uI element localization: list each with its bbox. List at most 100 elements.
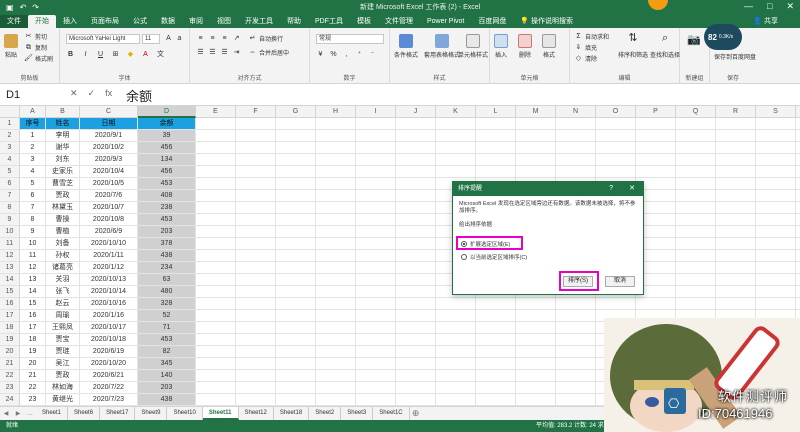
empty-cell[interactable]: [756, 190, 796, 202]
empty-cell[interactable]: [316, 250, 356, 262]
table-cell[interactable]: 2020/7/23: [80, 394, 138, 406]
empty-cell[interactable]: [596, 118, 636, 130]
empty-cell[interactable]: [596, 142, 636, 154]
undo-icon[interactable]: ↶: [20, 3, 27, 12]
save-icon[interactable]: ▣: [6, 3, 14, 12]
indent-icon[interactable]: ⇥: [232, 48, 241, 57]
empty-cell[interactable]: [676, 166, 716, 178]
align-bottom-icon[interactable]: ≡: [220, 34, 229, 43]
empty-cell[interactable]: [676, 286, 716, 298]
empty-cell[interactable]: [676, 238, 716, 250]
empty-cell[interactable]: [516, 130, 556, 142]
empty-cell[interactable]: [356, 382, 396, 394]
empty-cell[interactable]: [716, 226, 756, 238]
grow-font-button[interactable]: A: [164, 34, 173, 43]
table-cell[interactable]: 63: [138, 274, 196, 286]
tab-file-manage[interactable]: 文件管理: [378, 15, 420, 28]
empty-cell[interactable]: [476, 298, 516, 310]
redo-icon[interactable]: ↷: [32, 3, 39, 12]
paste-button[interactable]: 粘贴: [4, 34, 18, 59]
sheet-tab[interactable]: Sheet2: [309, 407, 342, 420]
table-cell[interactable]: 453: [138, 214, 196, 226]
empty-cell[interactable]: [796, 298, 800, 310]
empty-cell[interactable]: [356, 286, 396, 298]
empty-cell[interactable]: [516, 310, 556, 322]
table-cell[interactable]: 2020/9/1: [80, 130, 138, 142]
empty-cell[interactable]: [436, 370, 476, 382]
empty-cell[interactable]: [356, 370, 396, 382]
fill-button[interactable]: ⇓ 填充: [574, 43, 597, 52]
empty-cell[interactable]: [756, 274, 796, 286]
empty-cell[interactable]: [396, 322, 436, 334]
table-cell[interactable]: 2020/1/16: [80, 310, 138, 322]
empty-cell[interactable]: [276, 346, 316, 358]
orientation-icon[interactable]: ↗: [232, 34, 241, 43]
empty-cell[interactable]: [636, 118, 676, 130]
empty-cell[interactable]: [436, 382, 476, 394]
align-left-icon[interactable]: ☰: [196, 48, 205, 57]
table-cell[interactable]: 10: [20, 238, 46, 250]
row-header[interactable]: 10: [0, 226, 20, 238]
empty-cell[interactable]: [476, 166, 516, 178]
table-cell[interactable]: 13: [20, 274, 46, 286]
empty-cell[interactable]: [356, 190, 396, 202]
column-header-d[interactable]: D: [138, 106, 196, 118]
empty-cell[interactable]: [716, 262, 756, 274]
empty-cell[interactable]: [276, 154, 316, 166]
decrease-decimal-icon[interactable]: ⁻: [368, 50, 377, 59]
column-header-s[interactable]: S: [756, 106, 796, 118]
empty-cell[interactable]: [396, 310, 436, 322]
empty-cell[interactable]: [196, 286, 236, 298]
table-cell[interactable]: 378: [138, 238, 196, 250]
table-cell[interactable]: 2020/10/2: [80, 142, 138, 154]
table-cell[interactable]: 2020/6/19: [80, 346, 138, 358]
table-cell[interactable]: 22: [20, 382, 46, 394]
format-as-table-button[interactable]: 套用表格格式: [424, 34, 460, 59]
empty-cell[interactable]: [436, 166, 476, 178]
empty-cell[interactable]: [316, 298, 356, 310]
empty-cell[interactable]: [716, 130, 756, 142]
empty-cell[interactable]: [796, 202, 800, 214]
empty-cell[interactable]: [356, 346, 396, 358]
empty-cell[interactable]: [356, 238, 396, 250]
empty-cell[interactable]: [796, 214, 800, 226]
table-cell[interactable]: 456: [138, 142, 196, 154]
empty-cell[interactable]: [756, 214, 796, 226]
row-header[interactable]: 8: [0, 202, 20, 214]
wrap-text-button[interactable]: ↵ 自动换行: [248, 34, 283, 43]
table-cell[interactable]: 赵云: [46, 298, 80, 310]
tab-view[interactable]: 视图: [210, 15, 238, 28]
table-cell[interactable]: 张飞: [46, 286, 80, 298]
align-top-icon[interactable]: ≡: [196, 34, 205, 43]
empty-cell[interactable]: [796, 262, 800, 274]
empty-cell[interactable]: [316, 118, 356, 130]
column-header-f[interactable]: F: [236, 106, 276, 118]
column-header-t[interactable]: T: [796, 106, 800, 118]
add-sheet-icon[interactable]: ⊕: [410, 408, 422, 419]
empty-cell[interactable]: [196, 142, 236, 154]
tab-baidu[interactable]: 百度网盘: [471, 15, 513, 28]
row-header[interactable]: 4: [0, 154, 20, 166]
table-cell[interactable]: 2020/10/10: [80, 238, 138, 250]
empty-cell[interactable]: [796, 154, 800, 166]
empty-cell[interactable]: [676, 142, 716, 154]
sheet-tab[interactable]: Sheet3: [341, 407, 374, 420]
empty-cell[interactable]: [276, 226, 316, 238]
empty-cell[interactable]: [316, 286, 356, 298]
header-cell[interactable]: 余额: [138, 118, 196, 130]
empty-cell[interactable]: [276, 358, 316, 370]
row-header[interactable]: 7: [0, 190, 20, 202]
bold-icon[interactable]: B: [66, 50, 75, 59]
row-header[interactable]: 20: [0, 346, 20, 358]
empty-cell[interactable]: [676, 262, 716, 274]
empty-cell[interactable]: [556, 118, 596, 130]
empty-cell[interactable]: [276, 118, 316, 130]
table-cell[interactable]: 2020/10/7: [80, 202, 138, 214]
table-cell[interactable]: 2020/10/13: [80, 274, 138, 286]
table-cell[interactable]: 诸葛亮: [46, 262, 80, 274]
empty-cell[interactable]: [676, 178, 716, 190]
column-header-n[interactable]: N: [556, 106, 596, 118]
font-name-select[interactable]: Microsoft YaHei Light: [66, 34, 140, 44]
empty-cell[interactable]: [276, 238, 316, 250]
empty-cell[interactable]: [436, 334, 476, 346]
